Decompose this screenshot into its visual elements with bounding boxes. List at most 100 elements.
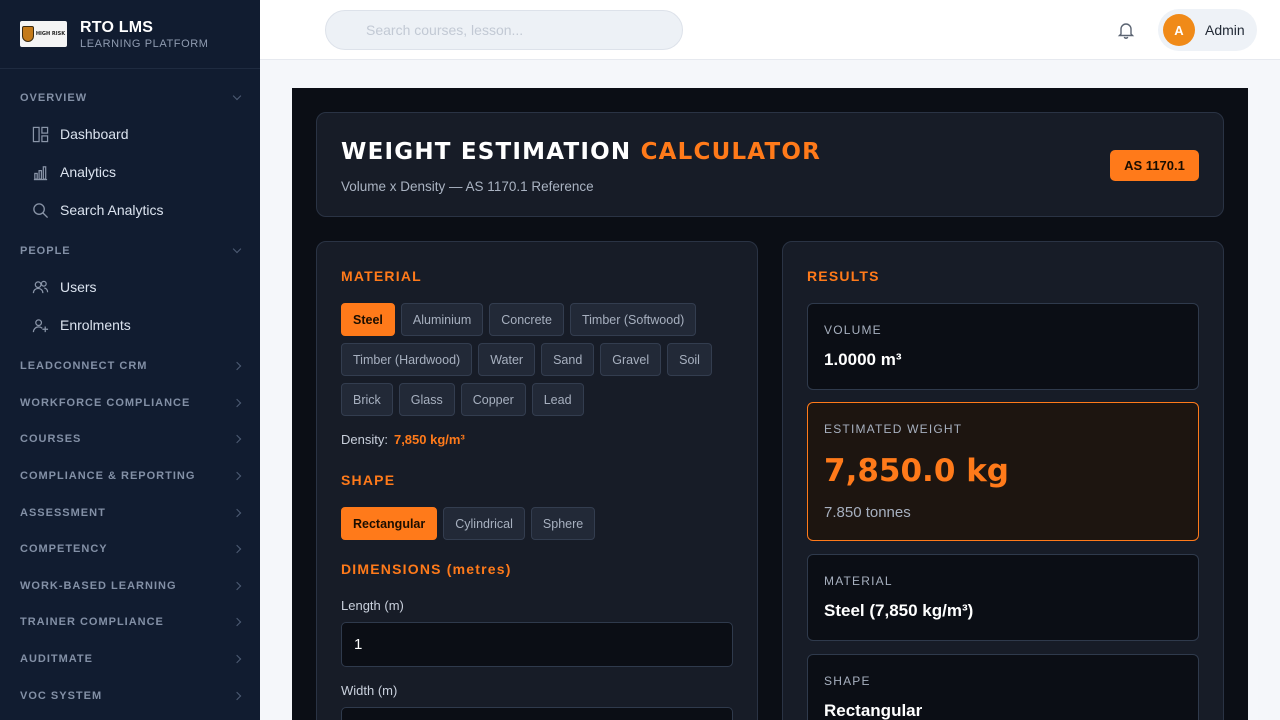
search-icon: [33, 202, 49, 218]
volume-label: VOLUME: [824, 323, 882, 337]
nav-section-label: WORKFORCE COMPLIANCE: [20, 397, 191, 409]
sidebar-item-label: Users: [60, 279, 97, 295]
chevron-down-icon: [232, 91, 242, 101]
logo-text: HIGH RISK: [35, 30, 66, 37]
material-chip-timber-hardwood[interactable]: Timber (Hardwood): [341, 343, 473, 376]
nav-section-courses[interactable]: COURSES: [20, 433, 242, 445]
nav-section-voc-system[interactable]: VOC SYSTEM: [20, 690, 242, 702]
nav-section-leadconnect-crm[interactable]: LEADCONNECT CRM: [20, 360, 242, 372]
chevron-right-icon: [232, 361, 242, 371]
standard-badge: AS 1170.1: [1110, 150, 1199, 181]
chevron-right-icon: [232, 544, 242, 554]
bell-icon[interactable]: [1116, 20, 1136, 40]
sidebar-item-enrolments[interactable]: Enrolments: [32, 313, 240, 337]
chevron-right-icon: [232, 691, 242, 701]
chevron-right-icon: [232, 434, 242, 444]
chevron-right-icon: [232, 398, 242, 408]
bar-chart-icon: [33, 165, 48, 180]
chevron-right-icon: [232, 471, 242, 481]
material-chip-aluminium[interactable]: Aluminium: [400, 303, 484, 336]
nav-section-label: COMPLIANCE & REPORTING: [20, 470, 196, 482]
material-chip-glass[interactable]: Glass: [398, 383, 455, 416]
material-chip-steel[interactable]: Steel: [341, 303, 395, 336]
shape-options: Rectangular Cylindrical Sphere: [341, 507, 741, 540]
inputs-card: MATERIAL Steel Aluminium Concrete Timber…: [316, 241, 758, 720]
nav-section-work-based-learning[interactable]: WORK-BASED LEARNING: [20, 580, 242, 592]
nav-section-people[interactable]: PEOPLE: [20, 244, 242, 257]
material-chip-soil[interactable]: Soil: [667, 343, 712, 376]
sidebar-item-label: Search Analytics: [60, 202, 164, 218]
material-options: Steel Aluminium Concrete Timber (Softwoo…: [341, 303, 741, 416]
search-box[interactable]: [325, 10, 683, 50]
material-chip-copper[interactable]: Copper: [460, 383, 526, 416]
nav-section-trainer-compliance[interactable]: TRAINER COMPLIANCE: [20, 616, 242, 628]
user-menu[interactable]: A Admin: [1158, 9, 1257, 51]
chevron-down-icon: [232, 244, 242, 254]
user-name: Admin: [1205, 22, 1245, 38]
results-title: RESULTS: [807, 268, 880, 284]
nav-section-overview[interactable]: OVERVIEW: [20, 91, 242, 104]
brand-name: RTO LMS: [80, 18, 154, 36]
material-chip-brick[interactable]: Brick: [341, 383, 393, 416]
shape-title: SHAPE: [341, 472, 396, 488]
material-result-value: Steel (7,850 kg/m³): [824, 601, 974, 620]
material-chip-lead[interactable]: Lead: [531, 383, 584, 416]
shape-chip-sphere[interactable]: Sphere: [530, 507, 596, 540]
shape-result-value: Rectangular: [824, 701, 923, 720]
sidebar-item-analytics[interactable]: Analytics: [32, 160, 240, 184]
sidebar-item-label: Analytics: [60, 164, 117, 180]
dimensions-title: DIMENSIONS (metres): [341, 561, 512, 577]
sidebar-item-search-analytics[interactable]: Search Analytics: [32, 198, 240, 222]
density-value: 7,850 kg/m³: [393, 432, 465, 447]
dashboard-icon: [32, 126, 49, 142]
nav-section-label: ASSESSMENT: [20, 507, 106, 519]
length-label: Length (m): [341, 598, 404, 613]
material-chip-concrete[interactable]: Concrete: [489, 303, 564, 336]
material-chip-timber-softwood[interactable]: Timber (Softwood): [569, 303, 697, 336]
chevron-right-icon: [232, 581, 242, 591]
nav-section-label: TRAINER COMPLIANCE: [20, 616, 164, 628]
sidebar-item-dashboard[interactable]: Dashboard: [32, 122, 240, 146]
width-input[interactable]: [342, 708, 732, 720]
page-subtitle: Volume x Density — AS 1170.1 Reference: [341, 179, 594, 194]
avatar: A: [1163, 14, 1195, 46]
top-bar: A Admin: [260, 0, 1280, 60]
chevron-right-icon: [232, 654, 242, 664]
shape-chip-rectangular[interactable]: Rectangular: [341, 507, 438, 540]
material-chip-sand[interactable]: Sand: [541, 343, 595, 376]
material-title: MATERIAL: [341, 268, 422, 284]
weight-tonnes: 7.850 tonnes: [824, 504, 911, 521]
calculator-header-card: WEIGHT ESTIMATION CALCULATOR Volume x De…: [316, 112, 1224, 217]
nav-section-compliance-reporting[interactable]: COMPLIANCE & REPORTING: [20, 470, 242, 482]
nav-section-label: LEADCONNECT CRM: [20, 360, 148, 372]
results-card: RESULTS VOLUME 1.0000 m³ ESTIMATED WEIGH…: [782, 241, 1224, 720]
nav-section-label: COURSES: [20, 433, 82, 445]
users-icon: [32, 280, 49, 293]
shape-chip-cylindrical[interactable]: Cylindrical: [443, 507, 525, 540]
nav-section-workforce-compliance[interactable]: WORKFORCE COMPLIANCE: [20, 397, 242, 409]
brand-subtitle: LEARNING PLATFORM: [80, 37, 209, 50]
user-plus-icon: [32, 318, 49, 332]
material-result: MATERIAL Steel (7,850 kg/m³): [807, 554, 1199, 641]
nav-section-label: PEOPLE: [20, 245, 71, 257]
nav-section-assessment[interactable]: ASSESSMENT: [20, 507, 242, 519]
volume-value: 1.0000 m³: [824, 350, 902, 369]
nav-section-label: VOC SYSTEM: [20, 690, 103, 702]
nav-section-competency[interactable]: COMPETENCY: [20, 543, 242, 555]
calculator-panel: WEIGHT ESTIMATION CALCULATOR Volume x De…: [292, 88, 1248, 720]
length-input[interactable]: [342, 623, 732, 666]
sidebar-item-users[interactable]: Users: [32, 275, 240, 299]
chevron-right-icon: [232, 617, 242, 627]
shape-result: SHAPE Rectangular: [807, 654, 1199, 720]
sidebar-item-label: Dashboard: [60, 126, 129, 142]
search-input[interactable]: [326, 11, 682, 49]
weight-label: ESTIMATED WEIGHT: [824, 422, 963, 436]
volume-result: VOLUME 1.0000 m³: [807, 303, 1199, 390]
width-field[interactable]: [341, 707, 733, 720]
length-field[interactable]: [341, 622, 733, 667]
brand[interactable]: HIGH RISK RTO LMS LEARNING PLATFORM: [0, 0, 260, 69]
sidebar: HIGH RISK RTO LMS LEARNING PLATFORM OVER…: [0, 0, 260, 720]
material-chip-gravel[interactable]: Gravel: [600, 343, 662, 376]
nav-section-auditmate[interactable]: AUDITMATE: [20, 653, 242, 665]
material-chip-water[interactable]: Water: [478, 343, 536, 376]
